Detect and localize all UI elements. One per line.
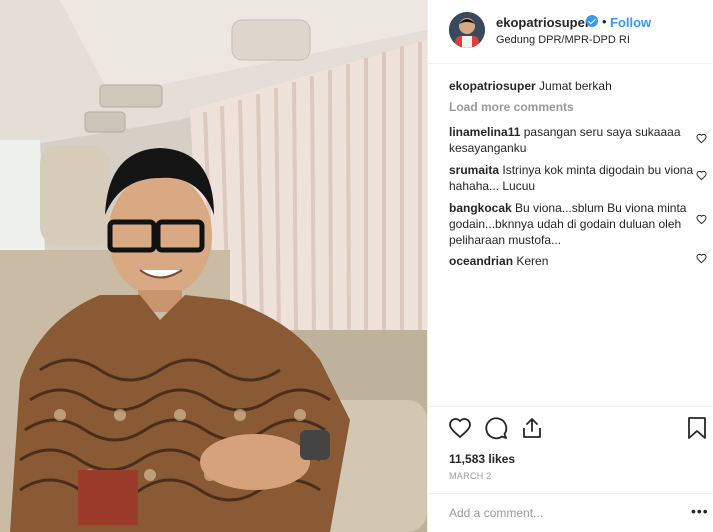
post-details-panel: ekopatriosuper • Follow Gedung DPR/MPR-D… — [427, 0, 713, 532]
comment-like-heart-icon[interactable] — [696, 170, 707, 181]
post-location[interactable]: Gedung DPR/MPR-DPD RI — [496, 34, 630, 46]
comment-like-heart-icon[interactable] — [696, 253, 707, 264]
verified-badge-icon — [586, 15, 598, 27]
caption-text: Jumat berkah — [539, 79, 612, 93]
separator-dot: • — [602, 14, 607, 29]
comment-text: Keren — [516, 254, 549, 268]
comment-bar: Add a comment... ••• — [428, 493, 713, 532]
avatar-image — [449, 12, 485, 48]
more-options-icon[interactable]: ••• — [691, 503, 709, 519]
comment-icon[interactable] — [484, 416, 508, 440]
post-username[interactable]: ekopatriosuper — [496, 15, 590, 30]
comment-username[interactable]: srumaita — [449, 163, 499, 177]
heart-icon[interactable] — [448, 416, 472, 440]
add-comment-input[interactable]: Add a comment... — [449, 506, 543, 520]
follow-button[interactable]: Follow — [610, 15, 651, 30]
avatar[interactable] — [449, 12, 485, 48]
likes-count[interactable]: 11,583 likes — [449, 452, 515, 466]
post-header: ekopatriosuper • Follow Gedung DPR/MPR-D… — [428, 0, 713, 64]
comment-item: oceandrian Keren — [449, 253, 699, 269]
comment-username[interactable]: linamelina11 — [449, 125, 520, 139]
comment-like-heart-icon[interactable] — [696, 133, 707, 144]
share-icon[interactable] — [520, 416, 544, 440]
post-image — [0, 0, 427, 532]
comment-username[interactable]: oceandrian — [449, 254, 513, 268]
post-date: MARCH 2 — [449, 471, 492, 481]
comment-like-heart-icon[interactable] — [696, 214, 707, 225]
caption-username[interactable]: ekopatriosuper — [449, 79, 536, 93]
post-caption: ekopatriosuper Jumat berkah — [449, 78, 699, 94]
post-photo[interactable] — [0, 0, 427, 532]
comment-item: bangkocak Bu viona...sblum Bu viona mint… — [449, 200, 699, 248]
bookmark-icon[interactable] — [686, 416, 708, 440]
post-actions: 11,583 likes MARCH 2 Add a comment... ••… — [428, 406, 713, 532]
comment-username[interactable]: bangkocak — [449, 201, 512, 215]
load-more-comments-button[interactable]: Load more comments — [449, 100, 574, 114]
comment-item: linamelina11 pasangan seru saya sukaaaa … — [449, 124, 699, 156]
comment-item: srumaita Istrinya kok minta digodain bu … — [449, 162, 699, 194]
